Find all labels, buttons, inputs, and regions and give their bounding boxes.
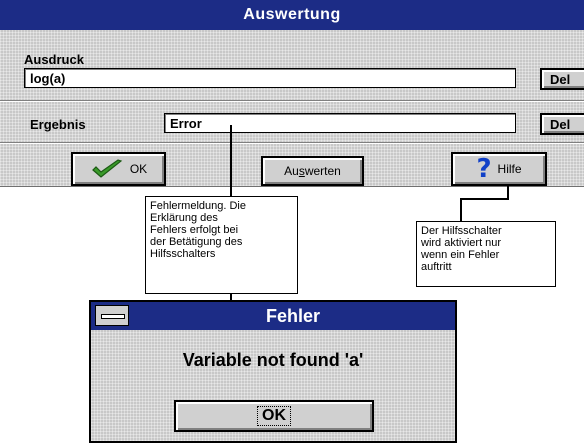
checkmark-icon — [90, 158, 124, 180]
minus-icon — [101, 314, 125, 319]
error-dialog: Fehler Variable not found 'a' OK — [89, 300, 457, 443]
evaluation-window: Auswertung Ausdruck log(a) Del Ergebnis … — [0, 0, 584, 187]
result-field: Error — [164, 113, 516, 133]
expression-input[interactable]: log(a) — [24, 68, 516, 88]
help-note: Der Hilfsschalter wird aktiviert nur wen… — [416, 221, 556, 287]
error-ok-button-label: OK — [257, 406, 291, 426]
evaluate-button-label: Auswerten — [284, 164, 341, 178]
expression-del-button[interactable]: Del — [540, 68, 584, 90]
separator — [0, 100, 584, 102]
help-button-label: Hilfe — [497, 162, 522, 176]
window-title: Auswertung — [0, 0, 584, 30]
system-menu-button[interactable] — [95, 305, 129, 326]
question-mark-icon: ? — [476, 154, 492, 184]
result-del-button[interactable]: Del — [540, 113, 584, 135]
help-button[interactable]: ? Hilfe — [451, 152, 547, 186]
result-label: Ergebnis — [30, 117, 86, 132]
error-ok-button[interactable]: OK — [174, 400, 374, 432]
error-dialog-title: Fehler — [91, 302, 455, 330]
ok-button-label: OK — [129, 162, 148, 176]
ok-button[interactable]: OK — [71, 152, 166, 186]
evaluate-button[interactable]: Auswerten — [261, 156, 364, 186]
callout-line-help-horizontal — [460, 198, 508, 200]
expression-label: Ausdruck — [24, 52, 84, 67]
separator — [0, 142, 584, 144]
error-message: Variable not found 'a' — [182, 350, 364, 370]
callout-line-help-drop — [460, 198, 462, 222]
error-note: Fehlermeldung. Die Erklärung des Fehlers… — [145, 196, 298, 294]
